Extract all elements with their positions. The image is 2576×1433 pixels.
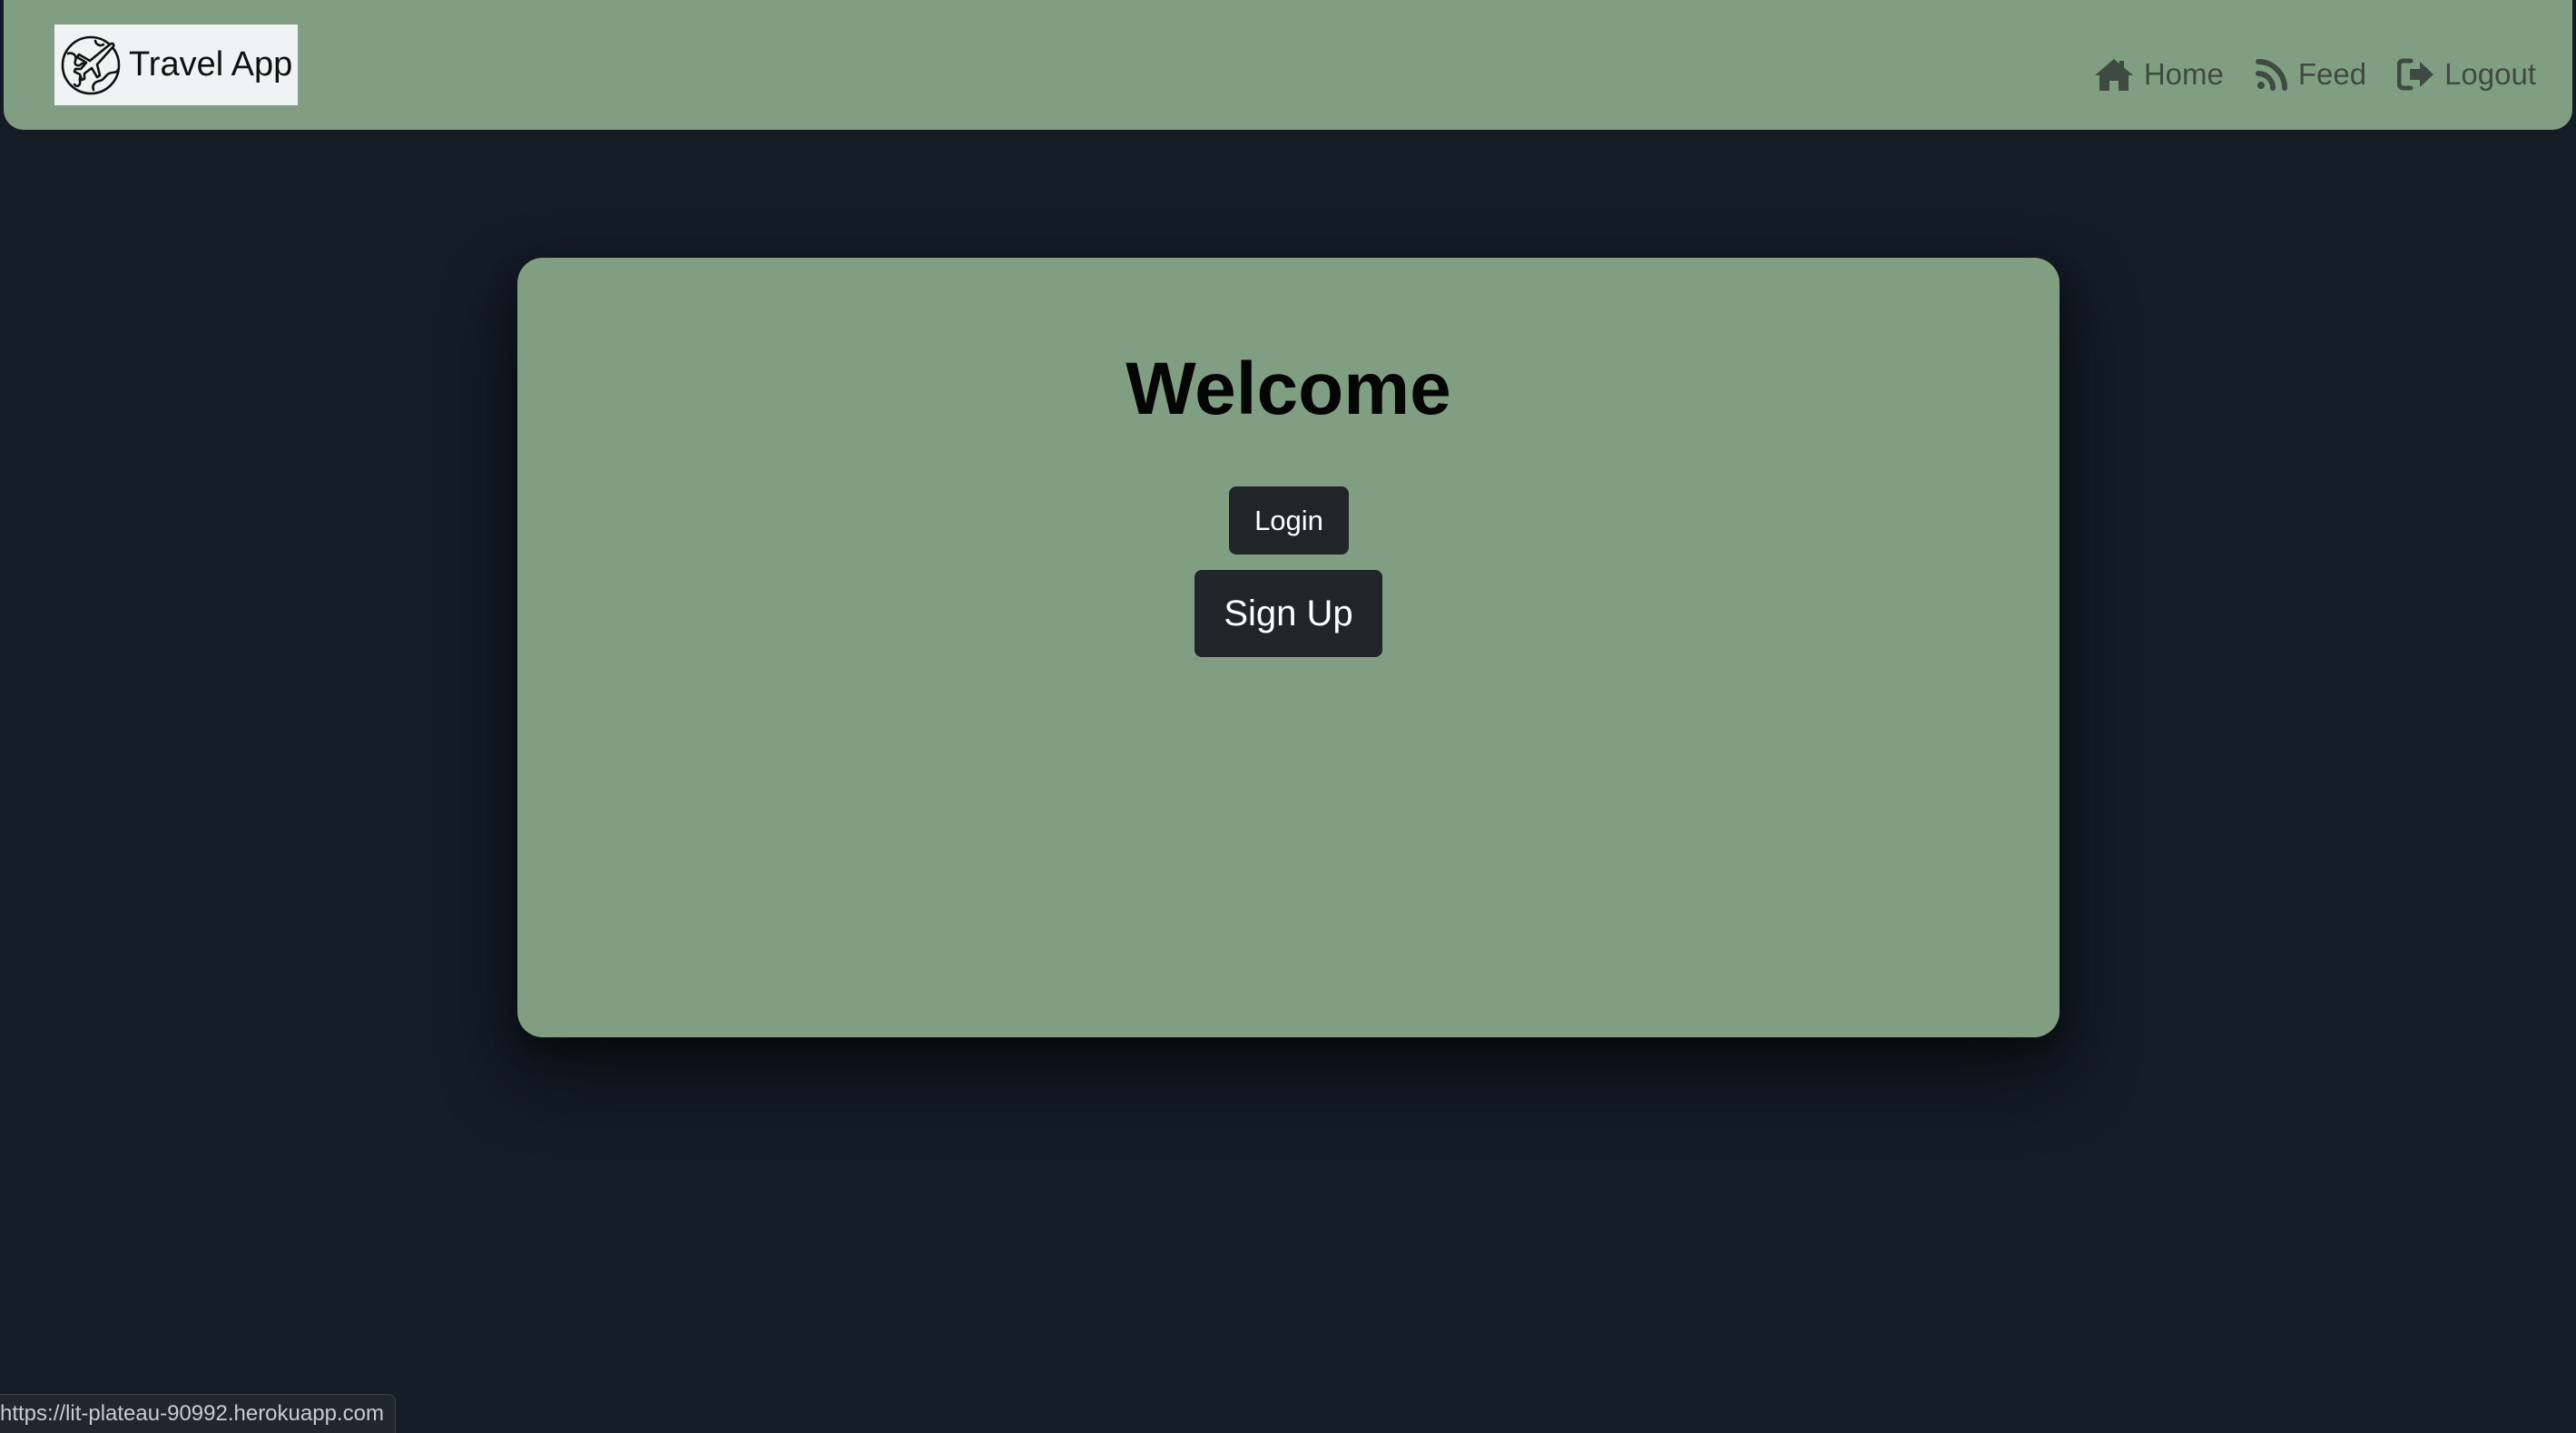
globe-airplane-icon bbox=[58, 33, 123, 98]
brand-title: Travel App bbox=[129, 45, 293, 83]
rss-feed-icon bbox=[2255, 57, 2289, 92]
home-icon bbox=[2093, 56, 2135, 93]
status-bar-url: https://lit-plateau-90992.herokuapp.com bbox=[0, 1394, 396, 1433]
nav-logout-link[interactable]: Logout bbox=[2397, 57, 2536, 92]
signup-button[interactable]: Sign Up bbox=[1195, 570, 1382, 657]
nav-home-label: Home bbox=[2143, 57, 2224, 91]
nav-logout-label: Logout bbox=[2444, 57, 2536, 91]
welcome-card: Welcome Login Sign Up bbox=[517, 258, 2060, 1037]
nav-feed-link[interactable]: Feed bbox=[2255, 57, 2366, 92]
nav-links: Home Feed Logout bbox=[2093, 56, 2536, 93]
brand-link[interactable]: Travel App bbox=[54, 25, 298, 105]
nav-home-link[interactable]: Home bbox=[2093, 56, 2224, 93]
login-button[interactable]: Login bbox=[1229, 486, 1349, 555]
logout-icon bbox=[2397, 57, 2435, 92]
nav-feed-label: Feed bbox=[2297, 57, 2367, 91]
welcome-heading: Welcome bbox=[1126, 348, 1451, 430]
top-navbar: Travel App Home Feed Logout bbox=[4, 0, 2572, 130]
